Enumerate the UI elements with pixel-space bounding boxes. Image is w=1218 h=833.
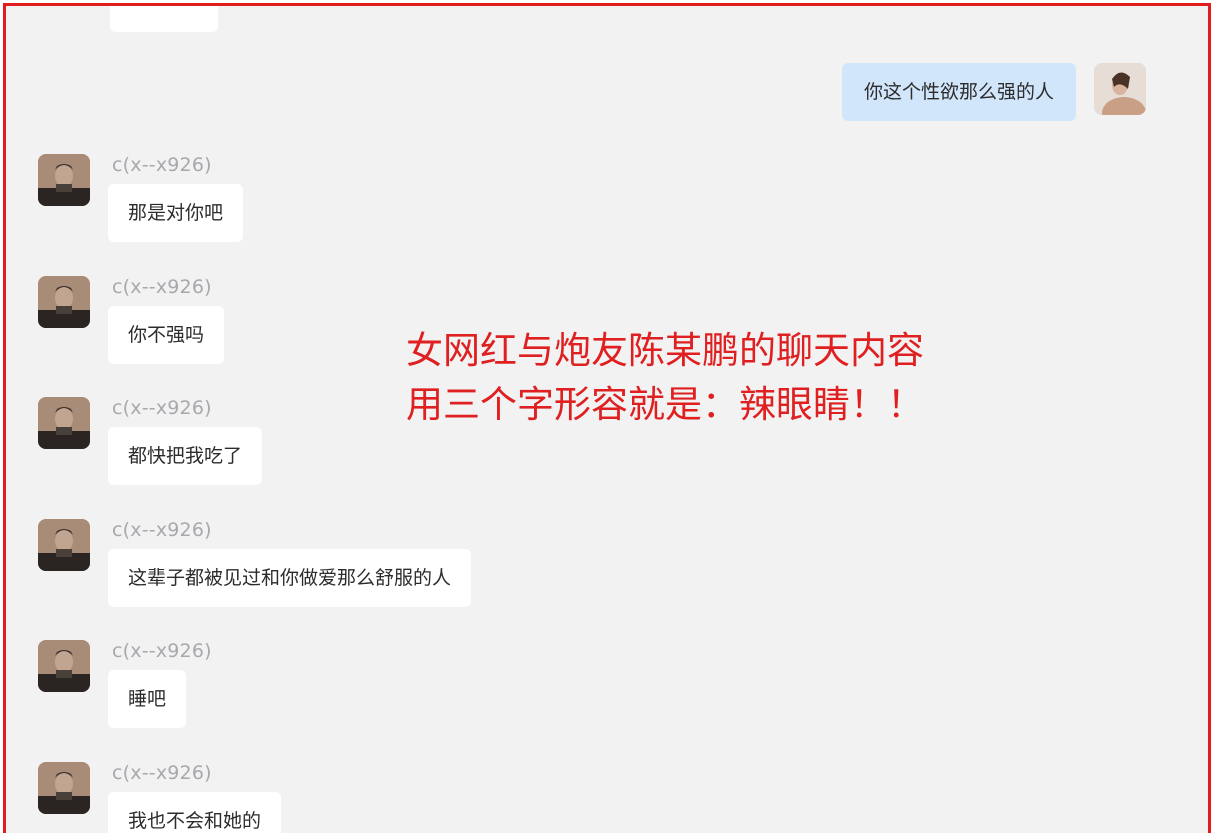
incoming-message-bubble[interactable]: 睡吧 [108,670,187,728]
chat-screenshot-frame: 你这个性欲那么强的人 c(x--x926) 那是对你吧 c(x--x926) 你… [3,3,1211,833]
overlay-caption-line2: 用三个字形容就是：辣眼睛！！ [406,383,924,426]
man-photo-icon [38,519,90,571]
incoming-message-bubble[interactable]: 那是对你吧 [108,184,244,242]
partial-message-bubble [110,3,218,32]
incoming-message-bubble[interactable]: 你不强吗 [108,306,225,364]
sender-name: c(x--x926) [112,762,212,784]
my-avatar[interactable] [1094,63,1146,115]
sender-name: c(x--x926) [112,154,212,176]
man-photo-icon [38,762,90,814]
man-photo-icon [38,397,90,449]
sender-avatar[interactable] [38,640,90,692]
sender-name: c(x--x926) [112,640,212,662]
sender-avatar[interactable] [38,397,90,449]
man-photo-icon [38,276,90,328]
woman-photo-icon [1094,63,1146,115]
sender-name: c(x--x926) [112,276,212,298]
man-photo-icon [38,640,90,692]
sender-name: c(x--x926) [112,397,212,419]
overlay-caption-line1: 女网红与炮友陈某鹏的聊天内容 [406,329,924,372]
overlay-caption: 女网红与炮友陈某鹏的聊天内容 用三个字形容就是：辣眼睛！！ [406,324,924,432]
sender-avatar[interactable] [38,762,90,814]
sender-avatar[interactable] [38,154,90,206]
incoming-message-bubble[interactable]: 这辈子都被见过和你做爱那么舒服的人 [108,549,472,607]
sender-name: c(x--x926) [112,519,212,541]
incoming-message-bubble[interactable]: 我也不会和她的 [108,792,282,833]
incoming-message-bubble[interactable]: 都快把我吃了 [108,427,263,485]
partial-message-text [140,3,166,6]
sender-avatar[interactable] [38,519,90,571]
outgoing-message-bubble[interactable]: 你这个性欲那么强的人 [841,63,1076,121]
man-photo-icon [38,154,90,206]
sender-avatar[interactable] [38,276,90,328]
